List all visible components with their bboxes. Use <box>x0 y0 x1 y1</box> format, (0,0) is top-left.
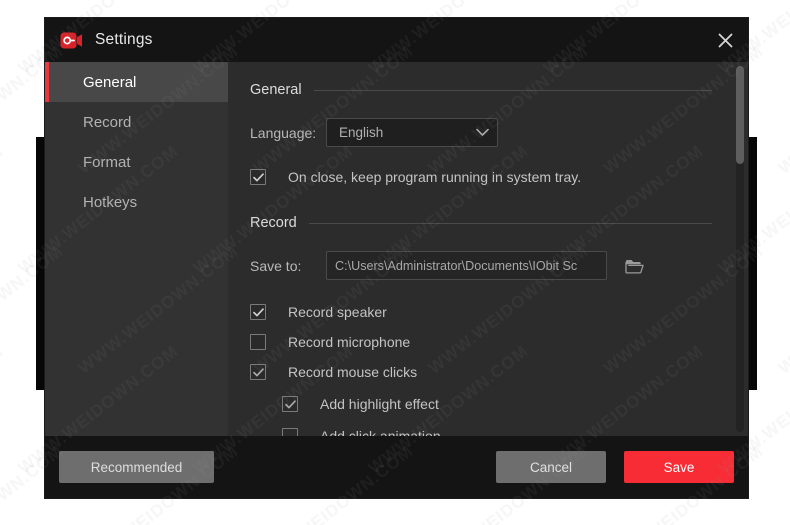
record-speaker-row[interactable]: Record speaker <box>250 304 712 320</box>
check-icon <box>284 399 296 408</box>
record-mouse-clicks-checkbox[interactable] <box>250 364 266 380</box>
window-title: Settings <box>95 31 153 48</box>
save-to-path-value: C:\Users\Administrator\Documents\IObit S… <box>335 258 578 273</box>
record-section-title: Record <box>250 215 297 231</box>
save-to-label: Save to: <box>250 257 302 274</box>
add-click-animation-label: Add click animation <box>320 428 441 436</box>
record-speaker-checkbox[interactable] <box>250 304 266 320</box>
folder-icon <box>624 259 644 274</box>
record-microphone-checkbox[interactable] <box>250 334 266 350</box>
sidebar-item-record[interactable]: Record <box>45 102 228 142</box>
browse-folder-button[interactable] <box>623 255 645 277</box>
check-icon <box>252 172 264 181</box>
add-highlight-effect-row[interactable]: Add highlight effect <box>282 396 712 412</box>
sidebar-item-label: Record <box>83 113 132 131</box>
video-camera-icon <box>59 29 83 51</box>
add-click-animation-row[interactable]: Add click animation <box>282 428 712 436</box>
content-scrollbar-thumb[interactable] <box>736 66 744 164</box>
watermark-text: WWW.WEIDOWN.COM <box>774 241 790 378</box>
title-bar: Settings <box>45 18 748 62</box>
section-divider <box>308 222 712 224</box>
dialog-body: General Record Format Hotkeys General La… <box>45 62 748 436</box>
sidebar-nav: General Record Format Hotkeys <box>45 62 228 436</box>
watermark-text: WWW.WEIDOWN.COM <box>0 0 7 78</box>
settings-content-pane: General Language: English On close, keep… <box>228 62 748 436</box>
save-to-path-input[interactable]: C:\Users\Administrator\Documents\IObit S… <box>326 251 607 280</box>
watermark-text: WWW.WEIDOWN.COM <box>774 441 790 525</box>
sidebar-item-label: General <box>83 73 137 91</box>
language-label: Language: <box>250 124 317 141</box>
keep-in-tray-label: On close, keep program running in system… <box>288 169 582 185</box>
check-icon <box>252 367 264 376</box>
general-section-title: General <box>250 82 302 98</box>
language-row: Language: English <box>250 118 712 147</box>
add-click-animation-checkbox[interactable] <box>282 428 298 436</box>
record-mouse-clicks-label: Record mouse clicks <box>288 364 418 380</box>
cancel-button[interactable]: Cancel <box>496 451 606 483</box>
section-divider <box>313 89 712 91</box>
save-button[interactable]: Save <box>624 451 734 483</box>
record-microphone-label: Record microphone <box>288 334 411 350</box>
watermark-text: WWW.WEIDOWN.COM <box>0 341 7 478</box>
sidebar-item-label: Format <box>83 153 131 171</box>
keep-in-tray-checkbox-row[interactable]: On close, keep program running in system… <box>250 169 712 185</box>
close-button[interactable] <box>702 18 748 62</box>
check-icon <box>252 307 264 316</box>
add-highlight-effect-checkbox[interactable] <box>282 396 298 412</box>
save-to-row: Save to: C:\Users\Administrator\Document… <box>250 251 712 280</box>
recommended-button[interactable]: Recommended <box>59 451 214 483</box>
add-highlight-effect-label: Add highlight effect <box>320 396 439 412</box>
language-selected-value: English <box>339 125 384 140</box>
watermark-text: WWW.WEIDOWN.COM <box>774 41 790 178</box>
watermark-text: WWW.WEIDOWN.COM <box>0 141 7 278</box>
settings-dialog: Settings General Record Format Hotkeys G… <box>45 18 748 498</box>
chevron-down-icon <box>476 128 489 137</box>
keep-in-tray-checkbox[interactable] <box>250 169 266 185</box>
sidebar-item-label: Hotkeys <box>83 193 138 211</box>
sidebar-item-general[interactable]: General <box>45 62 228 102</box>
close-icon <box>718 33 732 47</box>
general-section-header: General <box>250 82 712 98</box>
record-microphone-row[interactable]: Record microphone <box>250 334 712 350</box>
record-mouse-clicks-row[interactable]: Record mouse clicks <box>250 364 712 380</box>
dialog-footer: Recommended Cancel Save <box>45 436 748 498</box>
sidebar-item-hotkeys[interactable]: Hotkeys <box>45 182 228 222</box>
content-scrollbar[interactable] <box>736 66 744 432</box>
language-select[interactable]: English <box>326 118 498 147</box>
record-section-header: Record <box>250 215 712 231</box>
sidebar-item-format[interactable]: Format <box>45 142 228 182</box>
record-speaker-label: Record speaker <box>288 304 387 320</box>
